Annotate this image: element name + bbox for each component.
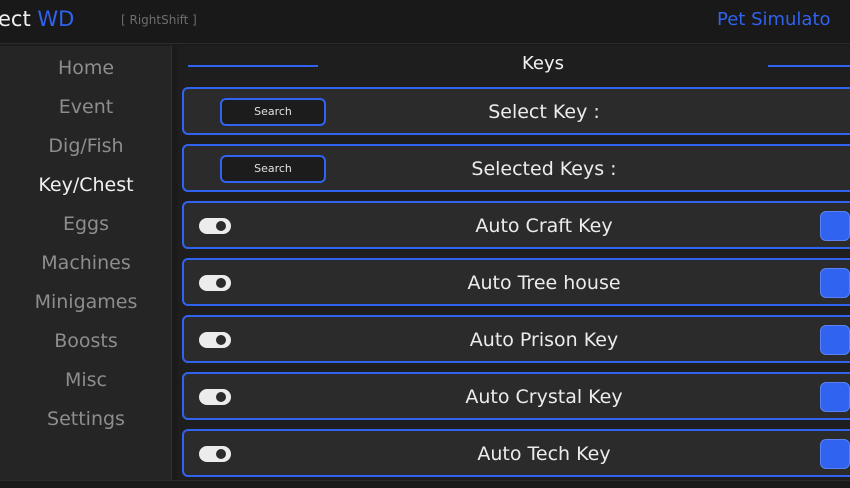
toggle-row-auto-tech-key[interactable]: Auto Tech Key (182, 429, 850, 477)
bottom-bar (0, 480, 850, 488)
sidebar-item-eggs[interactable]: Eggs (0, 206, 172, 242)
section-header: Keys (178, 46, 850, 84)
app-title-accent: WD (37, 7, 75, 31)
select-key-label: Select Key : (488, 101, 600, 123)
game-name: Pet Simulato (717, 9, 831, 30)
toggle-label: Auto Tree house (467, 272, 621, 294)
enabled-checkbox[interactable] (820, 439, 850, 469)
toggle-row-auto-tree-house[interactable]: Auto Tree house (182, 258, 850, 306)
sidebar-item-misc[interactable]: Misc (0, 362, 172, 398)
title-bar: ect WD [ RightShift ] Pet Simulato (0, 0, 850, 44)
toggle-row-auto-prison-key[interactable]: Auto Prison Key (182, 315, 850, 363)
sidebar-item-event[interactable]: Event (0, 89, 172, 125)
selected-keys-label: Selected Keys : (471, 158, 617, 180)
sidebar-item-minigames[interactable]: Minigames (0, 284, 172, 320)
toggle-label: Auto Crystal Key (465, 386, 623, 408)
enabled-checkbox[interactable] (820, 382, 850, 412)
sidebar: Home Event Dig/Fish Key/Chest Eggs Machi… (0, 46, 172, 480)
toggle-label: Auto Prison Key (469, 329, 619, 351)
section-title: Keys (521, 53, 564, 74)
enabled-checkbox[interactable] (820, 211, 850, 241)
toggle-label: Auto Tech Key (477, 443, 611, 465)
toggle-hotkey-label: [ RightShift ] (121, 13, 197, 27)
app-title: ect WD (0, 7, 74, 31)
sidebar-item-boosts[interactable]: Boosts (0, 323, 172, 359)
enabled-checkbox[interactable] (820, 268, 850, 298)
toggle-label: Auto Craft Key (475, 215, 613, 237)
sidebar-item-dig-fish[interactable]: Dig/Fish (0, 128, 172, 164)
app-title-prefix: ect (0, 7, 38, 31)
toggle-row-auto-crystal-key[interactable]: Auto Crystal Key (182, 372, 850, 420)
select-key-dropdown[interactable]: Search Select Key : (182, 87, 850, 135)
enabled-checkbox[interactable] (820, 325, 850, 355)
sidebar-item-machines[interactable]: Machines (0, 245, 172, 281)
main-panel: Keys Search Select Key : Search Selected… (178, 46, 850, 480)
sidebar-item-settings[interactable]: Settings (0, 401, 172, 437)
toggle-row-auto-craft-key[interactable]: Auto Craft Key (182, 201, 850, 249)
sidebar-item-home[interactable]: Home (0, 50, 172, 86)
sidebar-item-key-chest[interactable]: Key/Chest (0, 167, 172, 203)
section-divider-right (768, 65, 850, 67)
selected-keys-dropdown[interactable]: Search Selected Keys : (182, 144, 850, 192)
